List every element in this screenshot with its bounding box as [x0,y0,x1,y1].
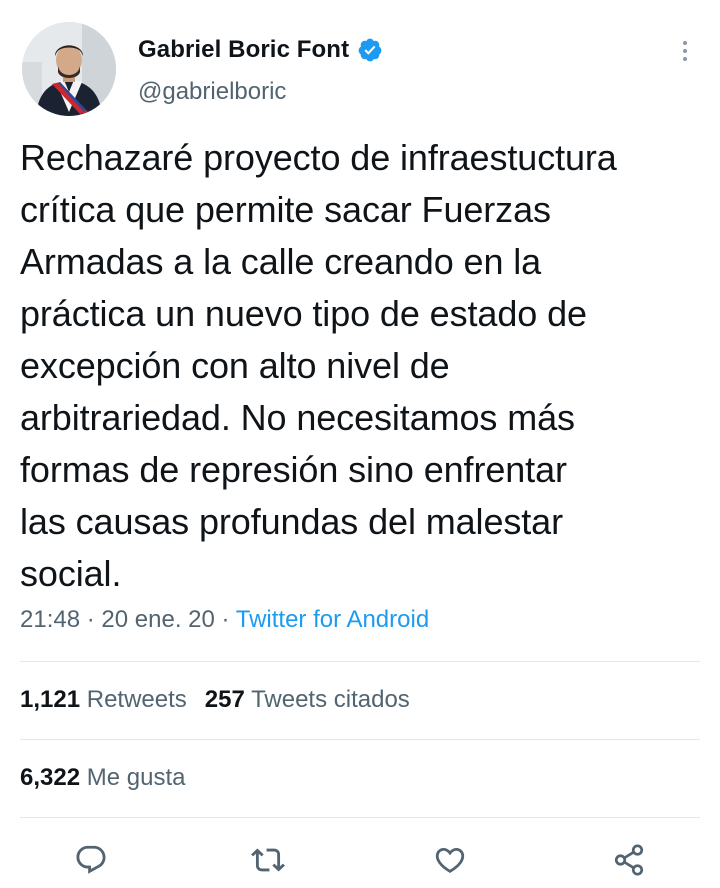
share-button[interactable] [609,838,649,882]
verified-badge-icon [358,38,382,62]
reply-button[interactable] [71,838,111,882]
divider [20,739,700,740]
more-options-icon[interactable] [672,38,698,68]
like-button[interactable] [430,838,470,882]
quotes-stat[interactable]: 257 Tweets citados [205,686,410,713]
tweet-text-line: práctica un nuevo tipo de estado de [20,293,587,334]
engagement-stats: 1,121 Retweets 257 Tweets citados [20,686,410,714]
likes-count: 6,322 [20,764,81,791]
meta-separator: · [221,606,230,633]
tweet-detail: Gabriel Boric Font @gabrielboric Rechaza… [0,0,720,888]
retweets-label: Retweets [86,686,187,713]
action-bar [0,838,720,884]
avatar-image [22,22,116,116]
author-name-row: Gabriel Boric Font [138,36,383,64]
tweet-text-line: crítica que permite sacar Fuerzas [20,189,551,230]
tweet-text-line: Armadas a la calle creando en la [20,241,542,282]
avatar[interactable] [22,22,116,116]
tweet-text: Rechazaré proyecto de infraestuctura crí… [20,132,710,600]
tweet-source-link[interactable]: Twitter for Android [236,606,429,633]
tweet-time[interactable]: 21:48 [20,606,80,633]
likes-stats: 6,322 Me gusta [20,764,185,792]
share-icon [614,844,644,876]
tweet-text-line: excepción con alto nivel de [20,345,450,386]
tweet-text-line: formas de represión sino enfrentar [20,449,567,490]
reply-icon [76,845,106,874]
tweet-text-line: las causas profundas del malestar [20,501,563,542]
quotes-label: Tweets citados [251,686,410,713]
tweet-text-line: arbitrariedad. No necesitamos más [20,397,575,438]
tweet-text-line: social. [20,553,122,594]
divider [20,817,700,818]
retweet-icon [251,848,285,872]
tweet-date[interactable]: 20 ene. 20 [101,606,214,633]
tweet-meta: 21:48 · 20 ene. 20 · Twitter for Android [20,606,429,634]
tweet-text-line: Rechazaré proyecto de infraestuctura [20,137,617,178]
divider [20,661,700,662]
likes-label: Me gusta [86,764,186,791]
like-icon [435,847,465,873]
tweet-header: Gabriel Boric Font @gabrielboric [0,0,720,120]
meta-separator: · [86,606,95,633]
likes-stat[interactable]: 6,322 Me gusta [20,764,185,791]
display-name[interactable]: Gabriel Boric Font [138,36,349,64]
author-handle[interactable]: @gabrielboric [138,78,286,106]
retweets-stat[interactable]: 1,121 Retweets [20,686,187,713]
quotes-count: 257 [204,686,245,713]
retweet-button[interactable] [248,838,288,882]
retweets-count: 1,121 [20,686,81,713]
